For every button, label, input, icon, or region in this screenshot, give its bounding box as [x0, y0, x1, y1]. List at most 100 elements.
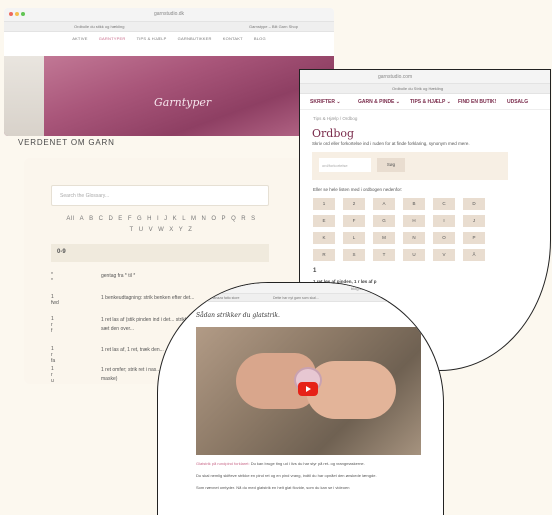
letter-filter[interactable]: G: [137, 216, 142, 222]
letter-button[interactable]: P: [463, 232, 485, 244]
tab-nyt-garn[interactable]: Dette har nyt garn som skal...: [273, 296, 319, 300]
section-header: 0-9: [51, 244, 269, 262]
letter-filter[interactable]: H: [147, 216, 152, 222]
alphabet-filter: All A B C D E F G H I J K L M N O P Q R S TUVWXYZ: [52, 214, 270, 236]
search-button[interactable]: Søg: [377, 158, 405, 172]
letter-filter[interactable]: A: [80, 216, 85, 222]
glossary-desc: gentag fra * til *: [101, 273, 136, 279]
nav-garn-pinde[interactable]: GARN & PINDE ⌄: [358, 99, 400, 105]
glossary-search-input[interactable]: Search the Glossary...: [51, 185, 269, 206]
letter-filter[interactable]: F: [128, 216, 132, 222]
letter-button[interactable]: K: [313, 232, 335, 244]
letter-filter[interactable]: V: [149, 227, 154, 233]
tab-garntype[interactable]: Garnstype – Blit Garn Shop: [249, 24, 298, 29]
letter-filter[interactable]: Z: [188, 227, 192, 233]
breadcrumb[interactable]: Tips & Hjælp / Ordbog: [313, 116, 357, 121]
nav-find-butik[interactable]: FIND EN BUTIK!: [458, 99, 496, 105]
letter-button[interactable]: D: [463, 198, 485, 210]
letter-button[interactable]: I: [433, 215, 455, 227]
search-input[interactable]: ord/forkortelse: [319, 158, 371, 172]
glossary-term: 1 fwd: [51, 294, 59, 306]
letter-button[interactable]: G: [373, 215, 395, 227]
nav-aktive[interactable]: AKTIVE: [72, 32, 87, 46]
letter-filter[interactable]: L: [182, 216, 186, 222]
nav-udsalg[interactable]: UDSALG: [507, 99, 528, 105]
letter-filter[interactable]: R: [241, 216, 246, 222]
letter-button[interactable]: A: [373, 198, 395, 210]
tab-ordbog[interactable]: Ordbolle du stikk og hækling: [74, 24, 124, 29]
browser-toolbar: blog.sohatto.dk: [158, 283, 443, 294]
letter-filter[interactable]: S: [251, 216, 256, 222]
letter-button[interactable]: E: [313, 215, 335, 227]
main-nav: SKRIFTER ⌄ GARN & PINDE ⌄ TIPS & HJÆLP ⌄…: [300, 94, 550, 110]
letter-filter[interactable]: All: [66, 216, 74, 222]
glossary-term: 1 r f: [51, 316, 54, 334]
letter-filter[interactable]: T: [130, 227, 134, 233]
letter-filter[interactable]: K: [173, 216, 178, 222]
letter-button[interactable]: J: [463, 215, 485, 227]
browser-window-garnstudio-dk: garnstudio.dk Ordbolle du stikk og hækli…: [4, 8, 334, 136]
address-bar[interactable]: blog.sohatto.dk: [351, 286, 378, 291]
letter-button[interactable]: S: [343, 249, 365, 261]
letter-button[interactable]: 1: [313, 198, 335, 210]
tab-lanaza[interactable]: 1.2096 – lanaza fatto store: [198, 296, 239, 300]
nav-garntyper[interactable]: GARNTYPER: [99, 32, 126, 46]
letter-filter[interactable]: C: [99, 216, 104, 222]
glossary-term: * *: [51, 272, 53, 284]
letter-button[interactable]: F: [343, 215, 365, 227]
letter-button[interactable]: Å: [463, 249, 485, 261]
letter-button[interactable]: M: [373, 232, 395, 244]
nav-tips[interactable]: TIPS & HJÆLP: [137, 32, 167, 46]
caption-link[interactable]: Glatstrik på rundpind forklaret:: [196, 461, 250, 466]
letter-filter[interactable]: N: [202, 216, 207, 222]
nav-skrifter[interactable]: SKRIFTER ⌄: [310, 99, 341, 105]
letter-filter[interactable]: J: [164, 216, 168, 222]
address-bar[interactable]: garnstudio.com: [378, 74, 412, 80]
letter-button[interactable]: O: [433, 232, 455, 244]
letter-button[interactable]: N: [403, 232, 425, 244]
or-text: Eller se hele listen med i ordbogen nede…: [313, 187, 403, 192]
letter-filter[interactable]: B: [89, 216, 94, 222]
tab-bar: Ordbolle du Strik og Hækling: [300, 84, 550, 94]
section-header: 1: [313, 268, 317, 274]
letter-filter[interactable]: U: [139, 227, 144, 233]
letter-filter[interactable]: M: [191, 216, 197, 222]
tab-bar: 1.2096 – lanaza fatto store Dette har ny…: [158, 294, 443, 302]
close-window-icon[interactable]: [9, 12, 13, 16]
letter-filter[interactable]: P: [222, 216, 227, 222]
caption-paragraph: Du skal nemlig skifteve strikke en pind …: [196, 473, 377, 478]
letter-filter[interactable]: I: [157, 216, 159, 222]
letter-button[interactable]: B: [403, 198, 425, 210]
letter-filter[interactable]: X: [169, 227, 174, 233]
video-player[interactable]: [196, 327, 421, 455]
nav-blog[interactable]: BLOG: [254, 32, 266, 46]
letter-button[interactable]: L: [343, 232, 365, 244]
address-bar[interactable]: garnstudio.dk: [154, 11, 184, 17]
browser-toolbar: garnstudio.dk: [4, 8, 334, 22]
letter-button[interactable]: R: [313, 249, 335, 261]
tab-bar: Ordbolle du stikk og hækling Garnstype –…: [4, 22, 334, 32]
letter-filter[interactable]: Y: [179, 227, 184, 233]
letter-button[interactable]: V: [433, 249, 455, 261]
nav-tips[interactable]: TIPS & HJÆLP ⌄: [410, 99, 451, 105]
nav-garnbutikker[interactable]: GARNBUTIKKER: [178, 32, 212, 46]
minimize-window-icon[interactable]: [15, 12, 19, 16]
browser-window-blog: blog.sohatto.dk 1.2096 – lanaza fatto st…: [158, 283, 443, 515]
tab-ordbog[interactable]: Ordbolle du Strik og Hækling: [392, 86, 443, 91]
letter-filter[interactable]: D: [108, 216, 113, 222]
letter-button[interactable]: U: [403, 249, 425, 261]
zoom-window-icon[interactable]: [21, 12, 25, 16]
letter-filter[interactable]: E: [118, 216, 123, 222]
letter-button[interactable]: 2: [343, 198, 365, 210]
letter-filter[interactable]: W: [158, 227, 164, 233]
hero-image: Garntyper: [4, 56, 334, 136]
nav-kontakt[interactable]: KONTAKT: [223, 32, 243, 46]
youtube-play-icon[interactable]: [298, 382, 318, 396]
letter-button[interactable]: H: [403, 215, 425, 227]
hero-title: Garntyper: [154, 96, 212, 109]
letter-filter[interactable]: O: [211, 216, 216, 222]
letter-filter[interactable]: Q: [231, 216, 236, 222]
hand-image: [306, 361, 396, 419]
letter-button[interactable]: C: [433, 198, 455, 210]
letter-button[interactable]: T: [373, 249, 395, 261]
